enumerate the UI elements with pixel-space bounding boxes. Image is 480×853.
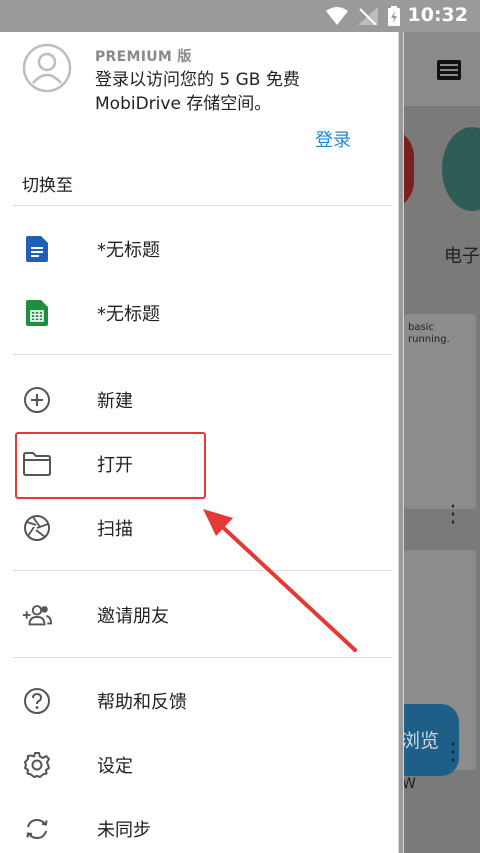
annotation-arrow	[203, 509, 357, 652]
